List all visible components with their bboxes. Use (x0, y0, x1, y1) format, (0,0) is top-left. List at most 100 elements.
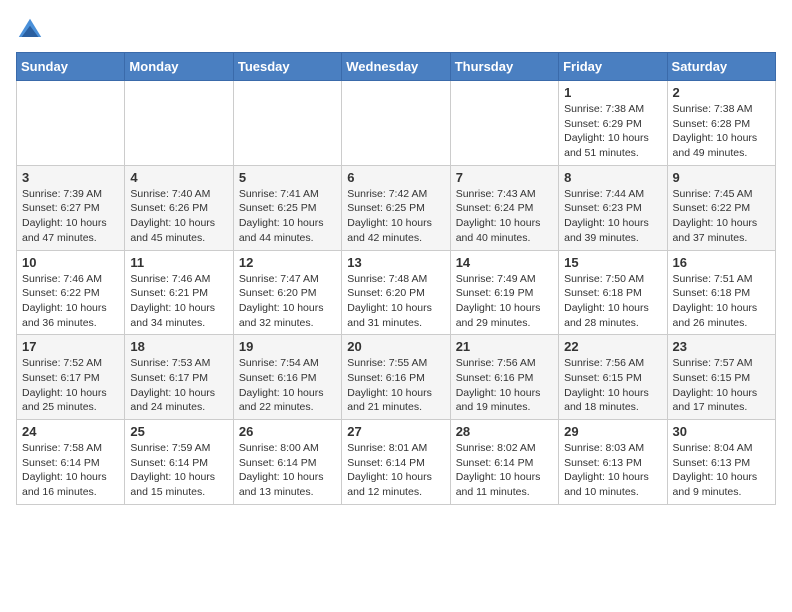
calendar-cell: 22 Sunrise: 7:56 AMSunset: 6:15 PMDayligh… (559, 335, 667, 420)
calendar-cell: 21 Sunrise: 7:56 AMSunset: 6:16 PMDayligh… (450, 335, 558, 420)
day-number: 15 (564, 255, 661, 270)
logo (16, 16, 48, 44)
day-detail: Sunrise: 7:41 AMSunset: 6:25 PMDaylight:… (239, 188, 324, 244)
calendar-cell: 28Sunrise: 8:02 AMSunset: 6:14 PMDayligh… (450, 420, 558, 505)
day-detail: Sunrise: 7:38 AMSunset: 6:28 PMDaylight:… (673, 103, 758, 159)
day-number: 6 (347, 170, 444, 185)
calendar-cell: 3 Sunrise: 7:39 AMSunset: 6:27 PMDaylight… (17, 165, 125, 250)
weekday-header: Monday (125, 53, 233, 81)
calendar-cell: 24 Sunrise: 7:58 AMSunset: 6:14 PMDayligh… (17, 420, 125, 505)
weekday-header: Sunday (17, 53, 125, 81)
calendar-cell (17, 81, 125, 166)
calendar-cell: 5 Sunrise: 7:41 AMSunset: 6:25 PMDaylight… (233, 165, 341, 250)
day-number: 20 (347, 339, 444, 354)
day-detail: Sunrise: 7:53 AMSunset: 6:17 PMDaylight:… (130, 357, 215, 413)
day-number: 4 (130, 170, 227, 185)
weekday-header: Thursday (450, 53, 558, 81)
day-number: 22 (564, 339, 661, 354)
day-number: 14 (456, 255, 553, 270)
day-detail: Sunrise: 7:39 AMSunset: 6:27 PMDaylight:… (22, 188, 107, 244)
calendar-cell: 14 Sunrise: 7:49 AMSunset: 6:19 PMDayligh… (450, 250, 558, 335)
calendar-cell: 26 Sunrise: 8:00 AMSunset: 6:14 PMDayligh… (233, 420, 341, 505)
day-detail: Sunrise: 7:47 AMSunset: 6:20 PMDaylight:… (239, 273, 324, 329)
calendar-week-row: 10 Sunrise: 7:46 AMSunset: 6:22 PMDayligh… (17, 250, 776, 335)
weekday-header: Saturday (667, 53, 775, 81)
calendar-week-row: 24 Sunrise: 7:58 AMSunset: 6:14 PMDayligh… (17, 420, 776, 505)
day-detail: Sunrise: 7:59 AMSunset: 6:14 PMDaylight:… (130, 442, 215, 498)
calendar-cell: 4 Sunrise: 7:40 AMSunset: 6:26 PMDaylight… (125, 165, 233, 250)
calendar-cell (450, 81, 558, 166)
calendar-cell: 20 Sunrise: 7:55 AMSunset: 6:16 PMDayligh… (342, 335, 450, 420)
calendar-cell: 29 Sunrise: 8:03 AMSunset: 6:13 PMDayligh… (559, 420, 667, 505)
weekday-header: Tuesday (233, 53, 341, 81)
calendar-cell (342, 81, 450, 166)
day-detail: Sunrise: 7:46 AMSunset: 6:21 PMDaylight:… (130, 273, 215, 329)
calendar-cell: 6 Sunrise: 7:42 AMSunset: 6:25 PMDaylight… (342, 165, 450, 250)
day-detail: Sunrise: 7:51 AMSunset: 6:18 PMDaylight:… (673, 273, 758, 329)
day-detail: Sunrise: 8:03 AMSunset: 6:13 PMDaylight:… (564, 442, 649, 498)
day-detail: Sunrise: 7:54 AMSunset: 6:16 PMDaylight:… (239, 357, 324, 413)
day-detail: Sunrise: 7:46 AMSunset: 6:22 PMDaylight:… (22, 273, 107, 329)
calendar-cell: 15 Sunrise: 7:50 AMSunset: 6:18 PMDayligh… (559, 250, 667, 335)
page-header (16, 16, 776, 44)
day-detail: Sunrise: 7:50 AMSunset: 6:18 PMDaylight:… (564, 273, 649, 329)
day-number: 17 (22, 339, 119, 354)
calendar-cell: 13 Sunrise: 7:48 AMSunset: 6:20 PMDayligh… (342, 250, 450, 335)
day-number: 10 (22, 255, 119, 270)
day-number: 24 (22, 424, 119, 439)
day-number: 29 (564, 424, 661, 439)
calendar-cell: 9 Sunrise: 7:45 AMSunset: 6:22 PMDaylight… (667, 165, 775, 250)
day-detail: Sunrise: 8:02 AMSunset: 6:14 PMDaylight:… (456, 442, 541, 498)
day-number: 3 (22, 170, 119, 185)
day-number: 19 (239, 339, 336, 354)
calendar-week-row: 1 Sunrise: 7:38 AMSunset: 6:29 PMDaylight… (17, 81, 776, 166)
day-number: 25 (130, 424, 227, 439)
day-number: 16 (673, 255, 770, 270)
calendar-cell: 7Sunrise: 7:43 AMSunset: 6:24 PMDaylight… (450, 165, 558, 250)
day-detail: Sunrise: 7:56 AMSunset: 6:16 PMDaylight:… (456, 357, 541, 413)
calendar-cell: 16 Sunrise: 7:51 AMSunset: 6:18 PMDayligh… (667, 250, 775, 335)
calendar-week-row: 17Sunrise: 7:52 AMSunset: 6:17 PMDayligh… (17, 335, 776, 420)
calendar-cell: 30 Sunrise: 8:04 AMSunset: 6:13 PMDayligh… (667, 420, 775, 505)
day-detail: Sunrise: 7:56 AMSunset: 6:15 PMDaylight:… (564, 357, 649, 413)
day-number: 30 (673, 424, 770, 439)
day-number: 5 (239, 170, 336, 185)
calendar-cell: 19 Sunrise: 7:54 AMSunset: 6:16 PMDayligh… (233, 335, 341, 420)
calendar-header-row: SundayMondayTuesdayWednesdayThursdayFrid… (17, 53, 776, 81)
day-detail: Sunrise: 8:01 AMSunset: 6:14 PMDaylight:… (347, 442, 432, 498)
calendar-cell: 23 Sunrise: 7:57 AMSunset: 6:15 PMDayligh… (667, 335, 775, 420)
day-detail: Sunrise: 7:40 AMSunset: 6:26 PMDaylight:… (130, 188, 215, 244)
day-number: 1 (564, 85, 661, 100)
day-number: 8 (564, 170, 661, 185)
day-number: 26 (239, 424, 336, 439)
day-number: 11 (130, 255, 227, 270)
calendar-cell: 18Sunrise: 7:53 AMSunset: 6:17 PMDayligh… (125, 335, 233, 420)
day-number: 7 (456, 170, 553, 185)
calendar-cell (125, 81, 233, 166)
calendar-cell: 12 Sunrise: 7:47 AMSunset: 6:20 PMDayligh… (233, 250, 341, 335)
calendar-week-row: 3 Sunrise: 7:39 AMSunset: 6:27 PMDaylight… (17, 165, 776, 250)
day-number: 9 (673, 170, 770, 185)
day-number: 21 (456, 339, 553, 354)
day-detail: Sunrise: 8:04 AMSunset: 6:13 PMDaylight:… (673, 442, 758, 498)
day-detail: Sunrise: 7:45 AMSunset: 6:22 PMDaylight:… (673, 188, 758, 244)
day-number: 12 (239, 255, 336, 270)
calendar-cell: 27Sunrise: 8:01 AMSunset: 6:14 PMDayligh… (342, 420, 450, 505)
day-detail: Sunrise: 7:57 AMSunset: 6:15 PMDaylight:… (673, 357, 758, 413)
calendar-cell: 1 Sunrise: 7:38 AMSunset: 6:29 PMDaylight… (559, 81, 667, 166)
calendar-cell: 17Sunrise: 7:52 AMSunset: 6:17 PMDayligh… (17, 335, 125, 420)
day-detail: Sunrise: 8:00 AMSunset: 6:14 PMDaylight:… (239, 442, 324, 498)
calendar-cell (233, 81, 341, 166)
calendar-cell: 2Sunrise: 7:38 AMSunset: 6:28 PMDaylight… (667, 81, 775, 166)
calendar-cell: 10 Sunrise: 7:46 AMSunset: 6:22 PMDayligh… (17, 250, 125, 335)
day-detail: Sunrise: 7:38 AMSunset: 6:29 PMDaylight:… (564, 103, 649, 159)
day-detail: Sunrise: 7:55 AMSunset: 6:16 PMDaylight:… (347, 357, 432, 413)
day-detail: Sunrise: 7:48 AMSunset: 6:20 PMDaylight:… (347, 273, 432, 329)
weekday-header: Wednesday (342, 53, 450, 81)
day-detail: Sunrise: 7:42 AMSunset: 6:25 PMDaylight:… (347, 188, 432, 244)
day-detail: Sunrise: 7:49 AMSunset: 6:19 PMDaylight:… (456, 273, 541, 329)
day-number: 23 (673, 339, 770, 354)
day-number: 13 (347, 255, 444, 270)
day-detail: Sunrise: 7:58 AMSunset: 6:14 PMDaylight:… (22, 442, 107, 498)
calendar-cell: 8Sunrise: 7:44 AMSunset: 6:23 PMDaylight… (559, 165, 667, 250)
